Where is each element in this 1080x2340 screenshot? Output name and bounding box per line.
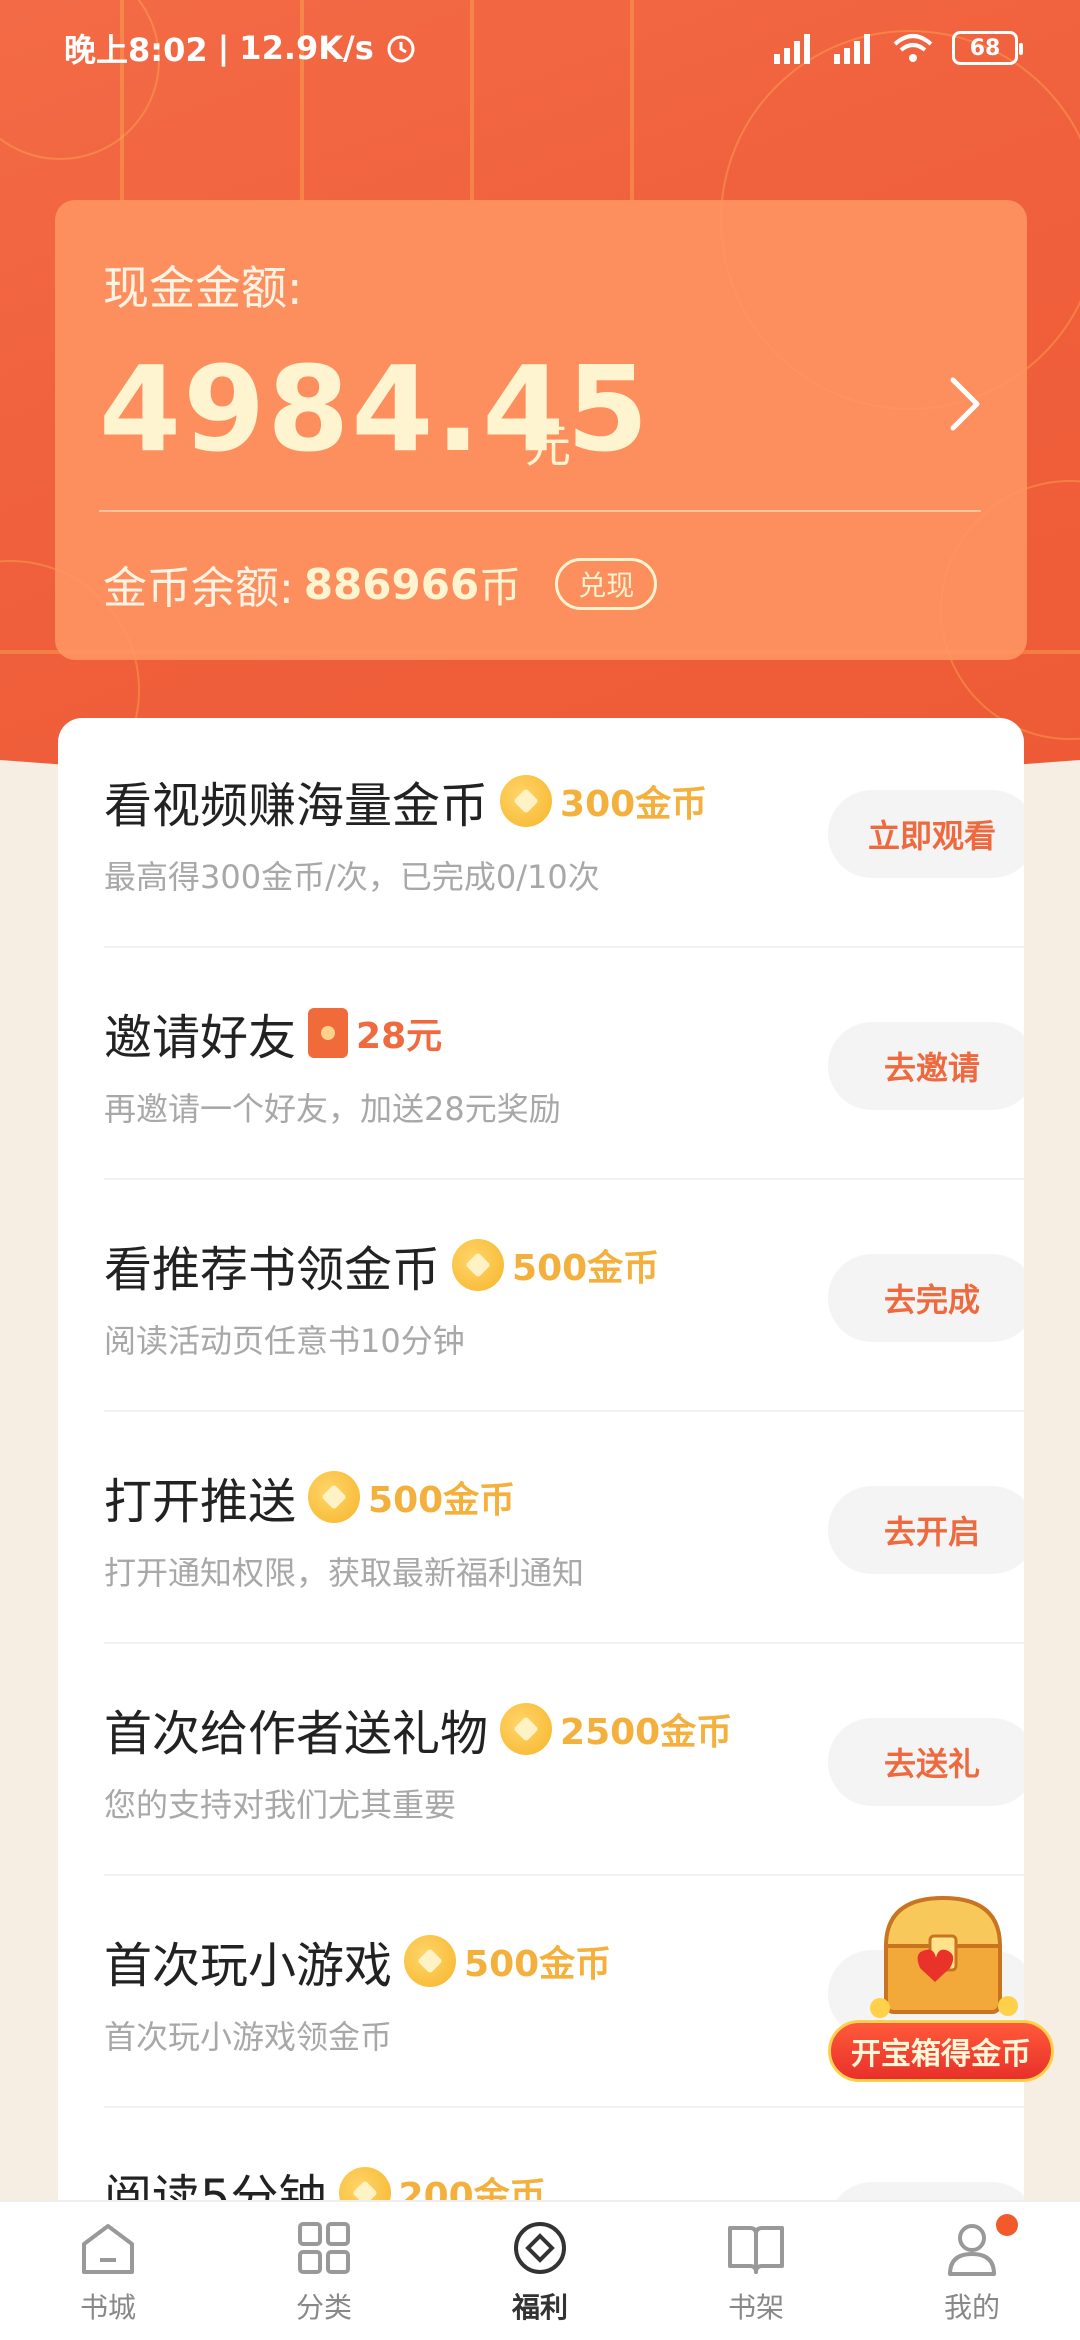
task-item: 看推荐书领金币 500金币阅读活动页任意书10分钟 去完成 <box>104 1182 1024 1412</box>
battery-indicator: 68 <box>952 31 1023 65</box>
task-title: 看推荐书领金币 <box>104 1242 441 1298</box>
task-action-button[interactable]: 去邀请 <box>828 1022 1024 1110</box>
task-item: 看视频赚海量金币 300金币最高得300金币/次，已完成0/10次 立即观看 <box>104 718 1024 948</box>
task-reward: 500金币 <box>368 1480 516 1521</box>
redeem-button[interactable]: 兑现 <box>555 558 658 610</box>
coin-balance-row: 金币余额: 886966 币 兑现 <box>103 552 658 616</box>
task-item: 打开推送 500金币打开通知权限，获取最新福利通知 去开启 <box>104 1414 1024 1644</box>
treasure-chest-button[interactable]: 开宝箱得金币 <box>828 1890 1054 2090</box>
nav-item-profile[interactable]: 我的 <box>892 2214 1052 2326</box>
task-reward: 2500金币 <box>560 1712 733 1753</box>
wifi-icon <box>893 34 933 62</box>
nav-label: 福利 <box>511 2291 568 2324</box>
nav-label: 书城 <box>79 2291 136 2324</box>
coin-balance-value: 886966 <box>303 559 480 609</box>
bookshelf-icon <box>728 2226 784 2274</box>
treasure-chest-label: 开宝箱得金币 <box>828 2020 1054 2082</box>
task-title-row: 打开推送 500金币 <box>104 1462 515 1532</box>
task-title: 邀请好友 <box>104 1010 297 1066</box>
nav-label: 我的 <box>943 2291 1000 2324</box>
notification-dot <box>996 2214 1018 2236</box>
nav-label: 分类 <box>295 2291 352 2324</box>
task-title-row: 看视频赚海量金币 300金币 <box>104 766 707 836</box>
task-title: 首次给作者送礼物 <box>104 1706 489 1762</box>
nav-label: 书架 <box>727 2291 784 2324</box>
category-icon <box>298 2222 350 2274</box>
status-speed: 12.9K/s <box>239 29 374 67</box>
gold-coin-icon <box>500 775 553 827</box>
nav-item-bookstore[interactable]: 书城 <box>28 2216 188 2326</box>
gold-coin-icon <box>500 1703 553 1755</box>
task-title: 看视频赚海量金币 <box>104 778 489 834</box>
cash-card[interactable]: 现金金额: 4984.45 元 金币余额: 886966 币 兑现 <box>55 200 1027 660</box>
task-reward: 500金币 <box>464 1944 612 1985</box>
task-title: 首次玩小游戏 <box>104 1938 393 1994</box>
chevron-right-icon[interactable] <box>943 372 989 436</box>
task-reward: 500金币 <box>512 1248 660 1289</box>
welfare-icon <box>514 2222 566 2274</box>
task-description: 您的支持对我们尤其重要 <box>104 1786 457 1824</box>
cash-label: 现金金额: <box>103 261 303 315</box>
nav-item-category[interactable]: 分类 <box>244 2216 404 2326</box>
status-separator: | <box>217 29 230 67</box>
coin-balance-label: 金币余额: <box>103 563 294 614</box>
task-description: 首次玩小游戏领金币 <box>104 2018 393 2056</box>
task-item: 邀请好友 28元再邀请一个好友，加送28元奖励 去邀请 <box>104 950 1024 1180</box>
task-description: 最高得300金币/次，已完成0/10次 <box>104 858 600 896</box>
signal-icon <box>774 34 810 64</box>
coin-balance-unit: 币 <box>479 562 522 612</box>
signal-hd-icon <box>834 34 870 64</box>
task-item: 首次给作者送礼物 2500金币您的支持对我们尤其重要 去送礼 <box>104 1646 1024 1876</box>
gold-coin-icon <box>452 1239 505 1291</box>
red-packet-icon <box>308 1008 349 1058</box>
task-title-row: 看推荐书领金币 500金币 <box>104 1230 659 1300</box>
profile-icon <box>948 2224 996 2276</box>
treasure-chest-icon <box>870 1895 1018 2018</box>
task-title-row: 首次玩小游戏 500金币 <box>104 1926 611 1996</box>
alarm-icon <box>387 35 415 63</box>
task-title-row: 邀请好友 28元 <box>104 998 442 1068</box>
task-action-button[interactable]: 去送礼 <box>828 1718 1024 1806</box>
task-description: 阅读活动页任意书10分钟 <box>104 1322 465 1360</box>
cash-unit: 元 <box>525 419 571 473</box>
task-reward: 300金币 <box>560 784 708 825</box>
bottom-nav: 书城 分类 福利 书架 我的 <box>0 2200 1080 2340</box>
gold-coin-icon <box>404 1935 457 1987</box>
task-title-row: 首次给作者送礼物 2500金币 <box>104 1694 732 1764</box>
task-action-button[interactable]: 立即观看 <box>828 790 1024 878</box>
status-bar: 晚上8:02 | 12.9K/s 68 <box>0 0 1080 96</box>
nav-item-welfare[interactable]: 福利 <box>460 2216 620 2326</box>
status-time: 晚上8:02 <box>64 31 208 69</box>
task-action-button[interactable]: 去完成 <box>828 1254 1024 1342</box>
task-description: 再邀请一个好友，加送28元奖励 <box>104 1090 561 1128</box>
task-action-button[interactable]: 去开启 <box>828 1486 1024 1574</box>
divider <box>99 510 981 512</box>
nav-item-bookshelf[interactable]: 书架 <box>676 2216 836 2326</box>
gold-coin-icon <box>308 1471 361 1523</box>
task-title: 打开推送 <box>104 1474 297 1530</box>
task-reward: 28元 <box>356 1016 443 1057</box>
task-description: 打开通知权限，获取最新福利通知 <box>104 1554 585 1592</box>
bookstore-icon <box>82 2224 134 2274</box>
